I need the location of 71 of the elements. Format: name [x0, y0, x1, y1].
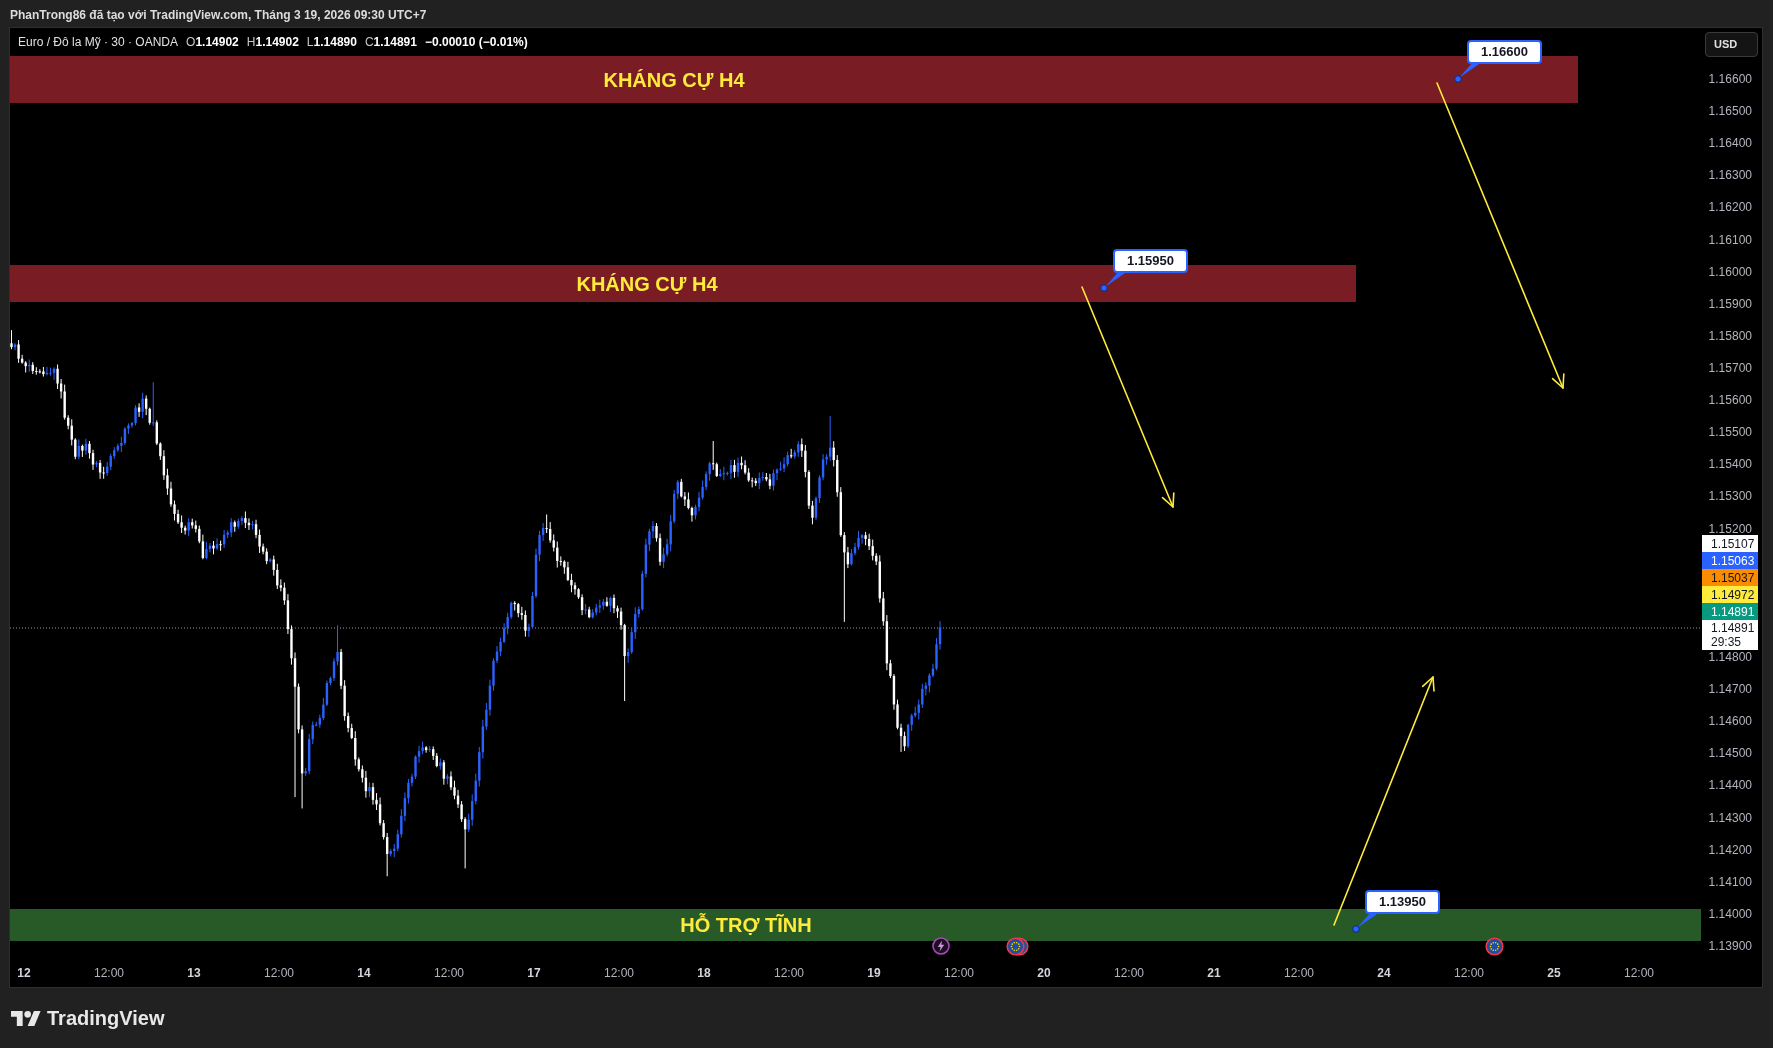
price-tick: 1.16600 [1708, 71, 1752, 87]
price-tick: 1.16400 [1708, 135, 1752, 152]
time-label: 13 [187, 965, 201, 981]
countdown-timer: 29:35 [1711, 635, 1743, 649]
price-tag: 1.15107 [1702, 535, 1758, 552]
price-tick: 1.15300 [1708, 488, 1752, 505]
time-label: 14 [357, 965, 371, 981]
ohlc-value: H1.14902 [246, 34, 299, 50]
ohlc-value: L1.14890 [306, 34, 357, 50]
price-tick: 1.14300 [1708, 809, 1752, 826]
time-label: 21 [1207, 965, 1221, 981]
time-label: 12:00 [1284, 965, 1314, 981]
price-callout: 1.15950 [1113, 249, 1188, 273]
price-tag: 1.15037 [1702, 569, 1758, 586]
price-tick: 1.15500 [1708, 424, 1752, 441]
ohlc-value: O1.14902 [186, 34, 239, 50]
time-label: 12:00 [774, 965, 804, 981]
ohlc-value: C1.14891 [364, 34, 417, 50]
price-tick: 1.14000 [1708, 905, 1752, 922]
price-tick: 1.14800 [1708, 649, 1752, 665]
price-tag-value: 1.14891 [1711, 621, 1756, 635]
zone-label: KHÁNG CỰ H4 [603, 67, 745, 92]
chart-caption: PhanTrong86 đã tạo với TradingView.com, Tháng 3 19, 2026 09:30 UTC+7 [10, 6, 427, 23]
price-tick: 1.15900 [1708, 295, 1752, 312]
time-label: 20 [1037, 965, 1051, 981]
price-tick: 1.14500 [1708, 745, 1752, 762]
price-callout: 1.16600 [1467, 40, 1542, 64]
brand-name: TradingView [47, 1006, 165, 1030]
time-label: 12 [17, 965, 31, 981]
price-tick: 1.14700 [1708, 681, 1752, 698]
price-tick: 1.14600 [1708, 713, 1752, 730]
price-tag: 1.14972 [1702, 586, 1758, 603]
time-label: 19 [867, 965, 881, 981]
time-label: 12:00 [94, 965, 124, 981]
price-tick: 1.16300 [1708, 167, 1752, 184]
time-label: 25 [1547, 965, 1561, 981]
price-tick: 1.14200 [1708, 841, 1752, 858]
time-label: 12:00 [434, 965, 464, 981]
price-tick: 1.13900 [1708, 938, 1752, 954]
price-tick: 1.15200 [1708, 520, 1752, 537]
time-label: 17 [527, 965, 541, 981]
time-label: 12:00 [1624, 965, 1654, 981]
price-tick: 1.16000 [1708, 263, 1752, 280]
currency-button[interactable]: USD [1705, 32, 1758, 57]
price-change: −0.00010 (−0.01%) [425, 34, 528, 50]
symbol-name: Euro / Đô la Mỹ · 30 · OANDA [18, 34, 179, 50]
price-tag: 1.14891 [1702, 603, 1758, 620]
time-label: 18 [697, 965, 711, 981]
time-label: 24 [1377, 965, 1391, 981]
price-tick: 1.14400 [1708, 777, 1752, 794]
lightning-icon [932, 937, 950, 955]
price-tick: 1.15600 [1708, 392, 1752, 409]
price-tick: 1.15700 [1708, 360, 1752, 376]
eu-flag-icon [1484, 936, 1504, 956]
zone-label: HỖ TRỢ TĨNH [680, 913, 812, 937]
time-label: 12:00 [944, 965, 974, 981]
price-tick: 1.16100 [1708, 231, 1752, 248]
time-label: 12:00 [604, 965, 634, 981]
price-tick: 1.14100 [1708, 873, 1752, 890]
price-tick: 1.15800 [1708, 327, 1752, 344]
price-tick: 1.15400 [1708, 456, 1752, 473]
price-tag: 1.15063 [1702, 552, 1758, 569]
time-label: 12:00 [264, 965, 294, 981]
logo-icon [11, 1010, 41, 1026]
price-tick: 1.16200 [1708, 199, 1752, 216]
zone-label: KHÁNG CỰ H4 [576, 271, 718, 296]
time-label: 12:00 [1454, 965, 1484, 981]
time-label: 12:00 [1114, 965, 1144, 981]
price-tick: 1.16500 [1708, 103, 1752, 120]
price-callout: 1.13950 [1365, 890, 1440, 914]
eu-flag-icon [1005, 936, 1029, 956]
